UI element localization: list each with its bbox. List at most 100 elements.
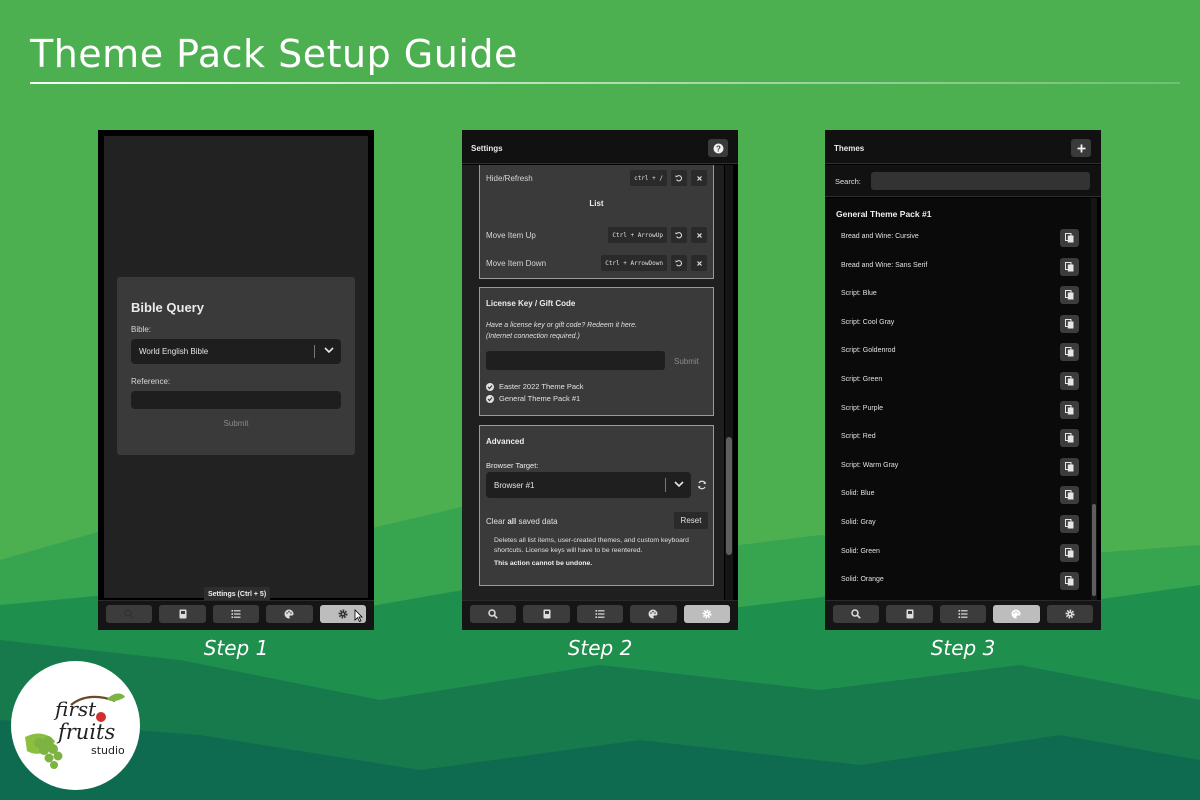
step3-label: Step 3 — [930, 636, 996, 660]
chevron-down-icon — [324, 347, 334, 354]
shortcut-key[interactable]: ctrl + / — [630, 170, 667, 186]
browser-target-label: Browser Target: — [486, 461, 539, 470]
nav-bible-button[interactable] — [523, 605, 570, 623]
theme-row[interactable]: Solid: Gray — [841, 515, 1079, 533]
step1-label: Step 1 — [203, 636, 269, 660]
gear-icon — [338, 609, 348, 619]
themes-header: Themes — [825, 130, 1101, 164]
shortcut-row-move-up: Move Item Up Ctrl + ArrowUp — [486, 227, 707, 245]
bible-label: Bible: — [131, 325, 152, 334]
list-icon — [958, 610, 968, 618]
close-icon — [696, 232, 702, 238]
bottom-nav — [462, 600, 738, 630]
nav-themes-button[interactable] — [630, 605, 677, 623]
clear-shortcut-button[interactable] — [691, 227, 707, 243]
theme-search-label: Search: — [835, 177, 861, 186]
theme-name: Script: Warm Gray — [841, 461, 899, 469]
theme-row[interactable]: Script: Goldenrod — [841, 343, 1079, 362]
theme-search-row: Search: — [825, 165, 1101, 197]
duplicate-theme-button[interactable] — [1060, 286, 1079, 305]
reference-input[interactable] — [131, 391, 341, 409]
duplicate-theme-button[interactable] — [1060, 486, 1079, 505]
theme-name: Solid: Gray — [841, 519, 876, 526]
nav-bible-button[interactable] — [159, 605, 206, 623]
advanced-title: Advanced — [486, 437, 525, 446]
check-circle-icon — [486, 394, 494, 403]
close-icon — [696, 260, 702, 266]
themes-scrollbar[interactable] — [1091, 198, 1097, 600]
theme-row[interactable]: Script: Green — [841, 372, 1079, 390]
reset-shortcut-button[interactable] — [671, 227, 687, 243]
scrollbar-thumb[interactable] — [726, 437, 732, 555]
browser-target-select[interactable]: Browser #1 — [486, 472, 691, 498]
shortcut-name: Move Item Down — [486, 259, 547, 268]
theme-row[interactable]: Bread and Wine: Sans Serif — [841, 257, 1079, 276]
theme-row[interactable]: Script: Blue — [841, 286, 1079, 305]
settings-scrollbar[interactable] — [725, 165, 733, 600]
clear-shortcut-button[interactable] — [691, 255, 707, 271]
theme-list: General Theme Pack #1 Bread and Wine: Cu… — [825, 198, 1091, 600]
settings-body: Hide/Refresh ctrl + / List Move Item Up … — [462, 165, 724, 600]
book-icon — [543, 609, 551, 619]
copy-icon — [1065, 519, 1074, 529]
nav-list-button[interactable] — [212, 605, 260, 623]
bible-query-submit-button[interactable]: Submit — [117, 419, 355, 428]
theme-row[interactable]: Script: Warm Gray — [841, 457, 1079, 476]
theme-row[interactable]: Solid: Blue — [841, 486, 1079, 505]
duplicate-theme-button[interactable] — [1060, 372, 1079, 390]
license-title: License Key / Gift Code — [486, 299, 576, 308]
license-item-label: General Theme Pack #1 — [499, 394, 581, 403]
undo-icon — [675, 175, 682, 182]
nav-search-button[interactable] — [106, 605, 153, 623]
license-submit-button[interactable]: Submit — [674, 357, 699, 366]
nav-list-button[interactable] — [939, 605, 987, 623]
shortcut-name: Move Item Up — [486, 231, 536, 240]
theme-row[interactable]: Solid: Green — [841, 543, 1079, 562]
advanced-section: Advanced Browser Target: Browser #1 Clea… — [479, 425, 714, 586]
nav-list-button[interactable] — [576, 605, 624, 623]
theme-search-input[interactable] — [871, 172, 1090, 190]
nav-themes-button[interactable] — [993, 605, 1040, 623]
duplicate-theme-button[interactable] — [1060, 229, 1079, 247]
duplicate-theme-button[interactable] — [1060, 314, 1079, 333]
logo-word-first: first — [55, 697, 97, 721]
reset-shortcut-button[interactable] — [671, 255, 687, 271]
duplicate-theme-button[interactable] — [1060, 343, 1079, 362]
nav-settings-button[interactable] — [1046, 605, 1094, 623]
scrollbar-thumb[interactable] — [1092, 504, 1096, 596]
gear-icon — [702, 609, 712, 619]
theme-name: Script: Blue — [841, 290, 877, 298]
theme-row[interactable]: Script: Purple — [841, 400, 1079, 419]
duplicate-theme-button[interactable] — [1060, 429, 1079, 448]
select-divider — [665, 478, 666, 492]
shortcut-key[interactable]: Ctrl + ArrowUp — [608, 227, 667, 243]
bible-select[interactable]: World English Bible — [131, 339, 341, 364]
theme-row[interactable]: Bread and Wine: Cursive — [841, 229, 1079, 247]
reset-button[interactable]: Reset — [674, 512, 708, 529]
help-button[interactable]: ? — [708, 139, 728, 157]
duplicate-theme-button[interactable] — [1060, 572, 1079, 591]
refresh-icon[interactable] — [697, 480, 707, 490]
license-help-line2: (Internet connection required.) — [486, 333, 580, 340]
nav-search-button[interactable] — [470, 605, 517, 623]
duplicate-theme-button[interactable] — [1060, 515, 1079, 533]
palette-icon — [648, 609, 658, 619]
nav-bible-button[interactable] — [886, 605, 933, 623]
theme-row[interactable]: Script: Cool Gray — [841, 314, 1079, 333]
duplicate-theme-button[interactable] — [1060, 457, 1079, 476]
duplicate-theme-button[interactable] — [1060, 257, 1079, 276]
nav-themes-button[interactable] — [266, 605, 313, 623]
clear-shortcut-button[interactable] — [691, 170, 707, 186]
reset-shortcut-button[interactable] — [671, 170, 687, 186]
theme-row[interactable]: Solid: Orange — [841, 572, 1079, 591]
nav-settings-button[interactable] — [683, 605, 731, 623]
theme-row[interactable]: Script: Red — [841, 429, 1079, 448]
copy-icon — [1065, 261, 1074, 272]
list-icon — [595, 610, 605, 618]
license-key-input[interactable] — [486, 351, 665, 370]
shortcut-key[interactable]: Ctrl + ArrowDown — [601, 255, 667, 271]
duplicate-theme-button[interactable] — [1060, 400, 1079, 419]
duplicate-theme-button[interactable] — [1060, 543, 1079, 562]
nav-search-button[interactable] — [833, 605, 880, 623]
add-theme-button[interactable] — [1071, 139, 1091, 157]
